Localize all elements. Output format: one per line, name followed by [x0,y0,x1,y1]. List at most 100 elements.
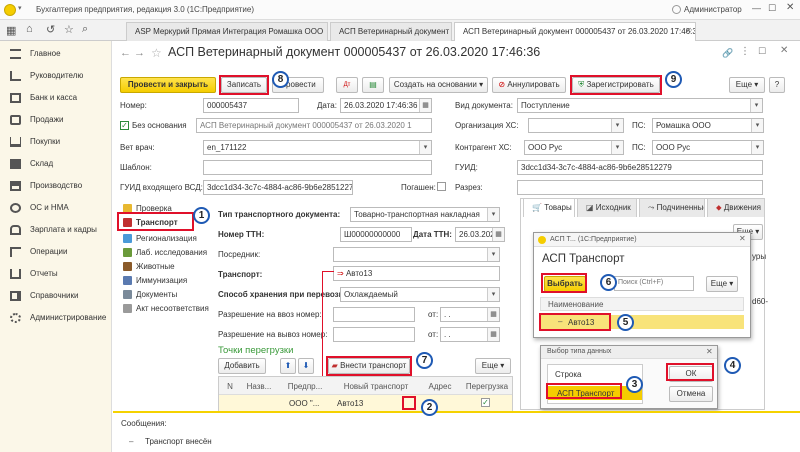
chevron-down-icon[interactable]: ▾ [611,141,623,154]
minimize-icon[interactable]: — [752,3,761,13]
tab-subordinate[interactable]: ⤳ Подчиненные [639,198,705,217]
guid-in-field[interactable]: 3dcc1d34-3c7c-4884-ac86-9b6e28512279 [203,180,353,195]
row-transport[interactable]: Авто13 [337,399,363,408]
date-field[interactable]: 26.03.2020 17:46:36 ▦ [340,98,432,113]
nav-immunization[interactable]: Иммунизация [120,274,210,287]
col-new-transport[interactable]: Новый транспорт [333,382,419,391]
doc-type-field[interactable]: Товарно-транспортная накладная ▾ [350,207,500,222]
dt-kt-button[interactable]: Дт [336,77,358,93]
home-icon[interactable]: ⌂ [26,23,33,35]
chevron-down-icon[interactable]: ▾ [487,288,499,301]
sidebar-item-salary[interactable]: Зарплата и кадры [0,219,112,241]
basis-field[interactable]: АСП Ветеринарный документ 000005437 от 2… [196,118,432,133]
link-icon[interactable]: 🔗 [722,48,733,59]
tab-source[interactable]: ◪ Исходник [577,198,637,217]
nav-animals[interactable]: Животные [120,260,210,273]
popup-close-icon[interactable]: ✕ [739,234,746,243]
nav-nonconformity[interactable]: Акт несоответствия [120,302,210,315]
current-user[interactable]: Администратор [684,5,742,14]
doctype-field[interactable]: Поступление ▾ [517,98,763,113]
intermediary-field[interactable]: ▾ [333,247,500,262]
app-logo-icon[interactable] [4,4,16,16]
annul-button[interactable]: ⊘ Аннулировать [492,77,566,93]
create-based-on-button[interactable]: Создать на основании ▾ [389,77,488,93]
template-field[interactable] [203,160,432,175]
tab-vet-document-list[interactable]: АСП Ветеринарный документ [330,22,452,41]
vet-field[interactable]: en_171122 ▾ [203,140,432,155]
chevron-down-icon[interactable]: ▾ [487,208,499,221]
ps2-field[interactable]: ООО Рус ▾ [652,140,764,155]
permit-in-date-field[interactable]: . . ▦ [440,307,500,322]
more-button[interactable]: Еще ▾ [729,77,765,93]
menu-caret-icon[interactable]: ▾ [18,4,22,12]
col-transfer[interactable]: Перегрузка [463,382,511,391]
calendar-icon[interactable]: ▦ [419,99,431,112]
nav-lab[interactable]: Лаб. исследования [120,246,210,259]
tab-vet-document[interactable]: АСП Ветеринарный документ 000005437 от 2… [454,22,696,41]
calendar-icon[interactable]: ▦ [492,228,504,241]
favorites-icon[interactable]: ☆ [64,23,74,36]
table-row[interactable] [219,395,512,411]
popup-more-button[interactable]: Еще ▾ [706,276,738,292]
sidebar-item-admin[interactable]: Администрирование [0,307,112,329]
transport-field[interactable]: ⇒ Авто13 [333,266,500,281]
col-address[interactable]: Адрес [423,382,457,391]
chevron-down-icon[interactable]: ▾ [487,248,499,261]
chevron-down-icon[interactable]: ▾ [750,99,762,112]
forward-arrow-icon[interactable]: → [134,47,145,59]
tab-goods[interactable]: 🛒 Товары [523,198,575,217]
number-field[interactable]: 000005437 [203,98,299,113]
sidebar-item-main[interactable]: Главное [0,43,112,65]
more-options-icon[interactable]: ⋮ [740,46,750,57]
calendar-icon[interactable]: ▦ [487,328,499,341]
sidebar-item-reports[interactable]: Отчеты [0,263,112,285]
history-icon[interactable]: ↺ [46,23,55,36]
col-name[interactable]: Назв... [241,382,277,391]
print-form-button[interactable]: ▤ [362,77,384,93]
sidebar-item-operations[interactable]: Операции [0,241,112,263]
maximize-icon[interactable]: ☐ [768,3,776,14]
type-item-string[interactable]: Строка [555,370,581,379]
sidebar-item-assets[interactable]: ОС и НМА [0,197,112,219]
split-field[interactable] [517,180,763,195]
nav-regionalization[interactable]: Регионализация [120,232,210,245]
add-row-button[interactable]: Добавить [218,358,266,374]
chevron-down-icon[interactable]: ▾ [611,119,623,132]
calendar-icon[interactable]: ▦ [487,308,499,321]
message-item[interactable]: Транспорт внесён [145,437,212,446]
tab-mercury-integration[interactable]: ASP Меркурий Прямая Интеграция Ромашка О… [126,22,328,41]
sidebar-item-production[interactable]: Производство [0,175,112,197]
chevron-down-icon[interactable]: ▾ [751,119,763,132]
guid-field[interactable]: 3dcc1d34-3c7c-4884-ac86-9b6e28512279 [517,160,763,175]
popup-search-input[interactable]: Поиск (Ctrl+F) [614,276,694,291]
contractor-field[interactable]: ООО Рус ▾ [524,140,624,155]
row-transfer-checkbox[interactable]: ✓ [481,398,490,407]
ps-field[interactable]: Ромашка ООО ▾ [652,118,764,133]
sidebar-item-warehouse[interactable]: Склад [0,153,112,175]
favorite-star-icon[interactable]: ☆ [151,46,162,60]
col-n[interactable]: N [223,382,237,391]
table-more-button[interactable]: Еще ▾ [475,358,511,374]
sidebar-item-purchases[interactable]: Покупки [0,131,112,153]
window-maximize-icon[interactable]: ☐ [758,46,766,57]
col-enterprise[interactable]: Предпр... [283,382,327,391]
move-up-button[interactable]: ⬆ [280,358,296,374]
form-close-icon[interactable]: ✕ [780,45,788,56]
sidebar-item-catalogs[interactable]: Справочники [0,285,112,307]
nav-documents[interactable]: Документы [120,288,210,301]
type-popup-close-icon[interactable]: ✕ [706,347,713,356]
tab-movements[interactable]: ⬥ Движения [707,198,765,217]
chevron-down-icon[interactable]: ▾ [751,141,763,154]
search-icon[interactable]: ⌕ [82,23,88,36]
help-button[interactable]: ? [769,77,785,93]
back-arrow-icon[interactable]: ← [120,47,131,59]
cancel-button[interactable]: Отмена [669,386,713,402]
cancelled-checkbox[interactable] [437,182,446,191]
tab-close-icon[interactable]: ✕ [685,26,692,35]
ttn-date-field[interactable]: 26.03.2020 ▦ [455,227,505,242]
chevron-down-icon[interactable]: ▾ [419,141,431,154]
permit-out-date-field[interactable]: . . ▦ [440,327,500,342]
org-field[interactable]: ▾ [528,118,624,133]
post-and-close-button[interactable]: Провести и закрыть [120,77,216,93]
ttn-num-field[interactable]: Ш00000000000 [340,227,412,242]
